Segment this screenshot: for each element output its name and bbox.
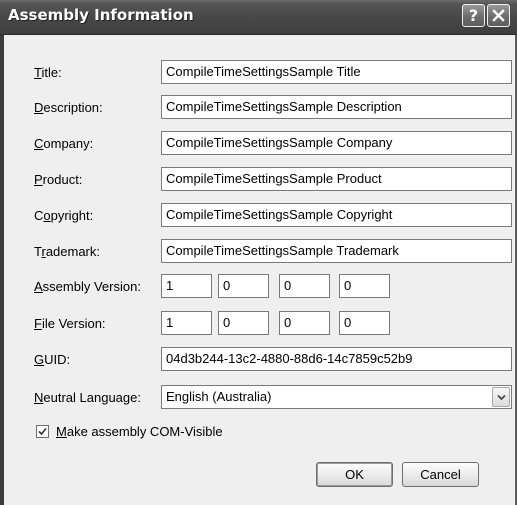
- trademark-field[interactable]: CompileTimeSettingsSample Trademark: [161, 239, 512, 263]
- help-button[interactable]: ?: [462, 4, 485, 27]
- dropdown-button[interactable]: [492, 387, 510, 407]
- checkmark-icon: [38, 427, 47, 436]
- trademark-label: Trademark:: [34, 244, 101, 259]
- assembly-version-revision-field[interactable]: 0: [339, 274, 390, 298]
- assembly-version-major-field[interactable]: 1: [161, 274, 212, 298]
- product-label: Product:: [34, 172, 83, 187]
- dialog-title: Assembly Information: [8, 6, 194, 24]
- assembly-version-label: Assembly Version:: [34, 279, 141, 294]
- title-field[interactable]: CompileTimeSettingsSample Title: [161, 60, 512, 84]
- company-label: Company:: [34, 136, 94, 151]
- company-field[interactable]: CompileTimeSettingsSample Company: [161, 131, 512, 155]
- copyright-field[interactable]: CompileTimeSettingsSample Copyright: [161, 203, 512, 227]
- assembly-version-build-field[interactable]: 0: [279, 274, 330, 298]
- cancel-button[interactable]: Cancel: [402, 462, 479, 487]
- neutral-language-select[interactable]: English (Australia): [161, 385, 512, 409]
- description-field[interactable]: CompileTimeSettingsSample Description: [161, 95, 512, 119]
- neutral-language-label: Neutral Language:: [34, 390, 141, 405]
- guid-field[interactable]: 04d3b244-13c2-4880-88d6-14c7859c52b9: [161, 347, 512, 371]
- neutral-language-value: English (Australia): [166, 389, 272, 404]
- file-version-major-field[interactable]: 1: [161, 311, 212, 335]
- close-icon: [492, 9, 505, 22]
- assembly-version-minor-field[interactable]: 0: [218, 274, 269, 298]
- assembly-information-dialog: Assembly Information ? Title: CompileTim…: [0, 0, 517, 505]
- guid-label: GUID:: [34, 352, 71, 367]
- file-version-minor-field[interactable]: 0: [218, 311, 269, 335]
- chevron-down-icon: [497, 394, 506, 401]
- copyright-label: Copyright:: [34, 208, 94, 223]
- close-button[interactable]: [487, 4, 510, 27]
- ok-button[interactable]: OK: [316, 462, 393, 487]
- product-field[interactable]: CompileTimeSettingsSample Product: [161, 167, 512, 191]
- title-bar[interactable]: Assembly Information ?: [0, 0, 517, 35]
- title-label: Title:: [34, 65, 62, 80]
- com-visible-label[interactable]: Make assembly COM-Visible: [56, 424, 223, 439]
- description-label: Description:: [34, 100, 103, 115]
- file-version-label: File Version:: [34, 316, 106, 331]
- com-visible-checkbox[interactable]: [36, 425, 49, 438]
- file-version-revision-field[interactable]: 0: [339, 311, 390, 335]
- file-version-build-field[interactable]: 0: [279, 311, 330, 335]
- help-icon: ?: [468, 6, 479, 25]
